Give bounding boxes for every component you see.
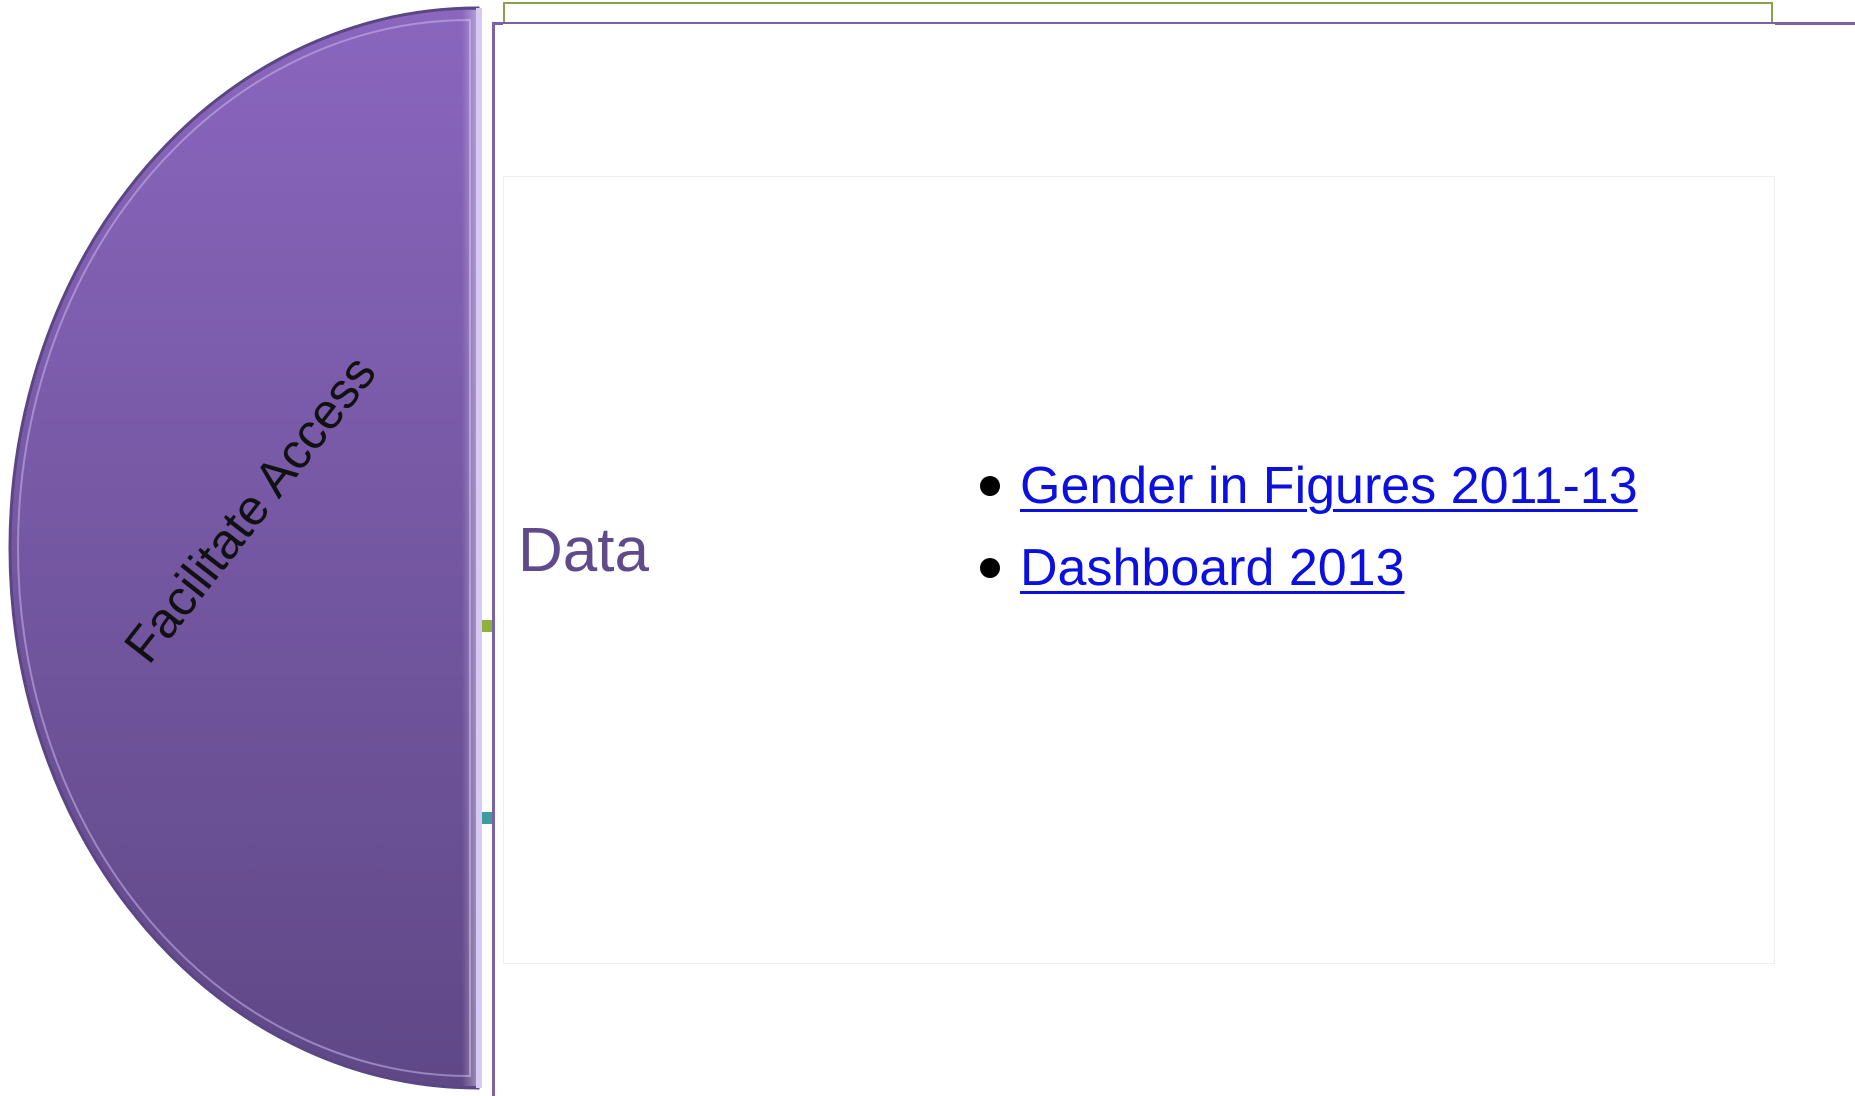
bullet-icon [980,476,1000,496]
list-item: Dashboard 2013 [968,534,1638,616]
panel-header-strip [503,24,1775,178]
diagram-stage: Data Gender in Figures 2011-13 Dashboard… [0,0,1855,1096]
panel-heading: Data [518,516,649,585]
list-item: Gender in Figures 2011-13 [968,452,1638,534]
link-list: Gender in Figures 2011-13 Dashboard 2013 [968,452,1638,616]
gender-in-figures-link[interactable]: Gender in Figures 2011-13 [1020,457,1638,515]
dashboard-link[interactable]: Dashboard 2013 [1020,539,1405,597]
bullet-icon [980,558,1000,578]
